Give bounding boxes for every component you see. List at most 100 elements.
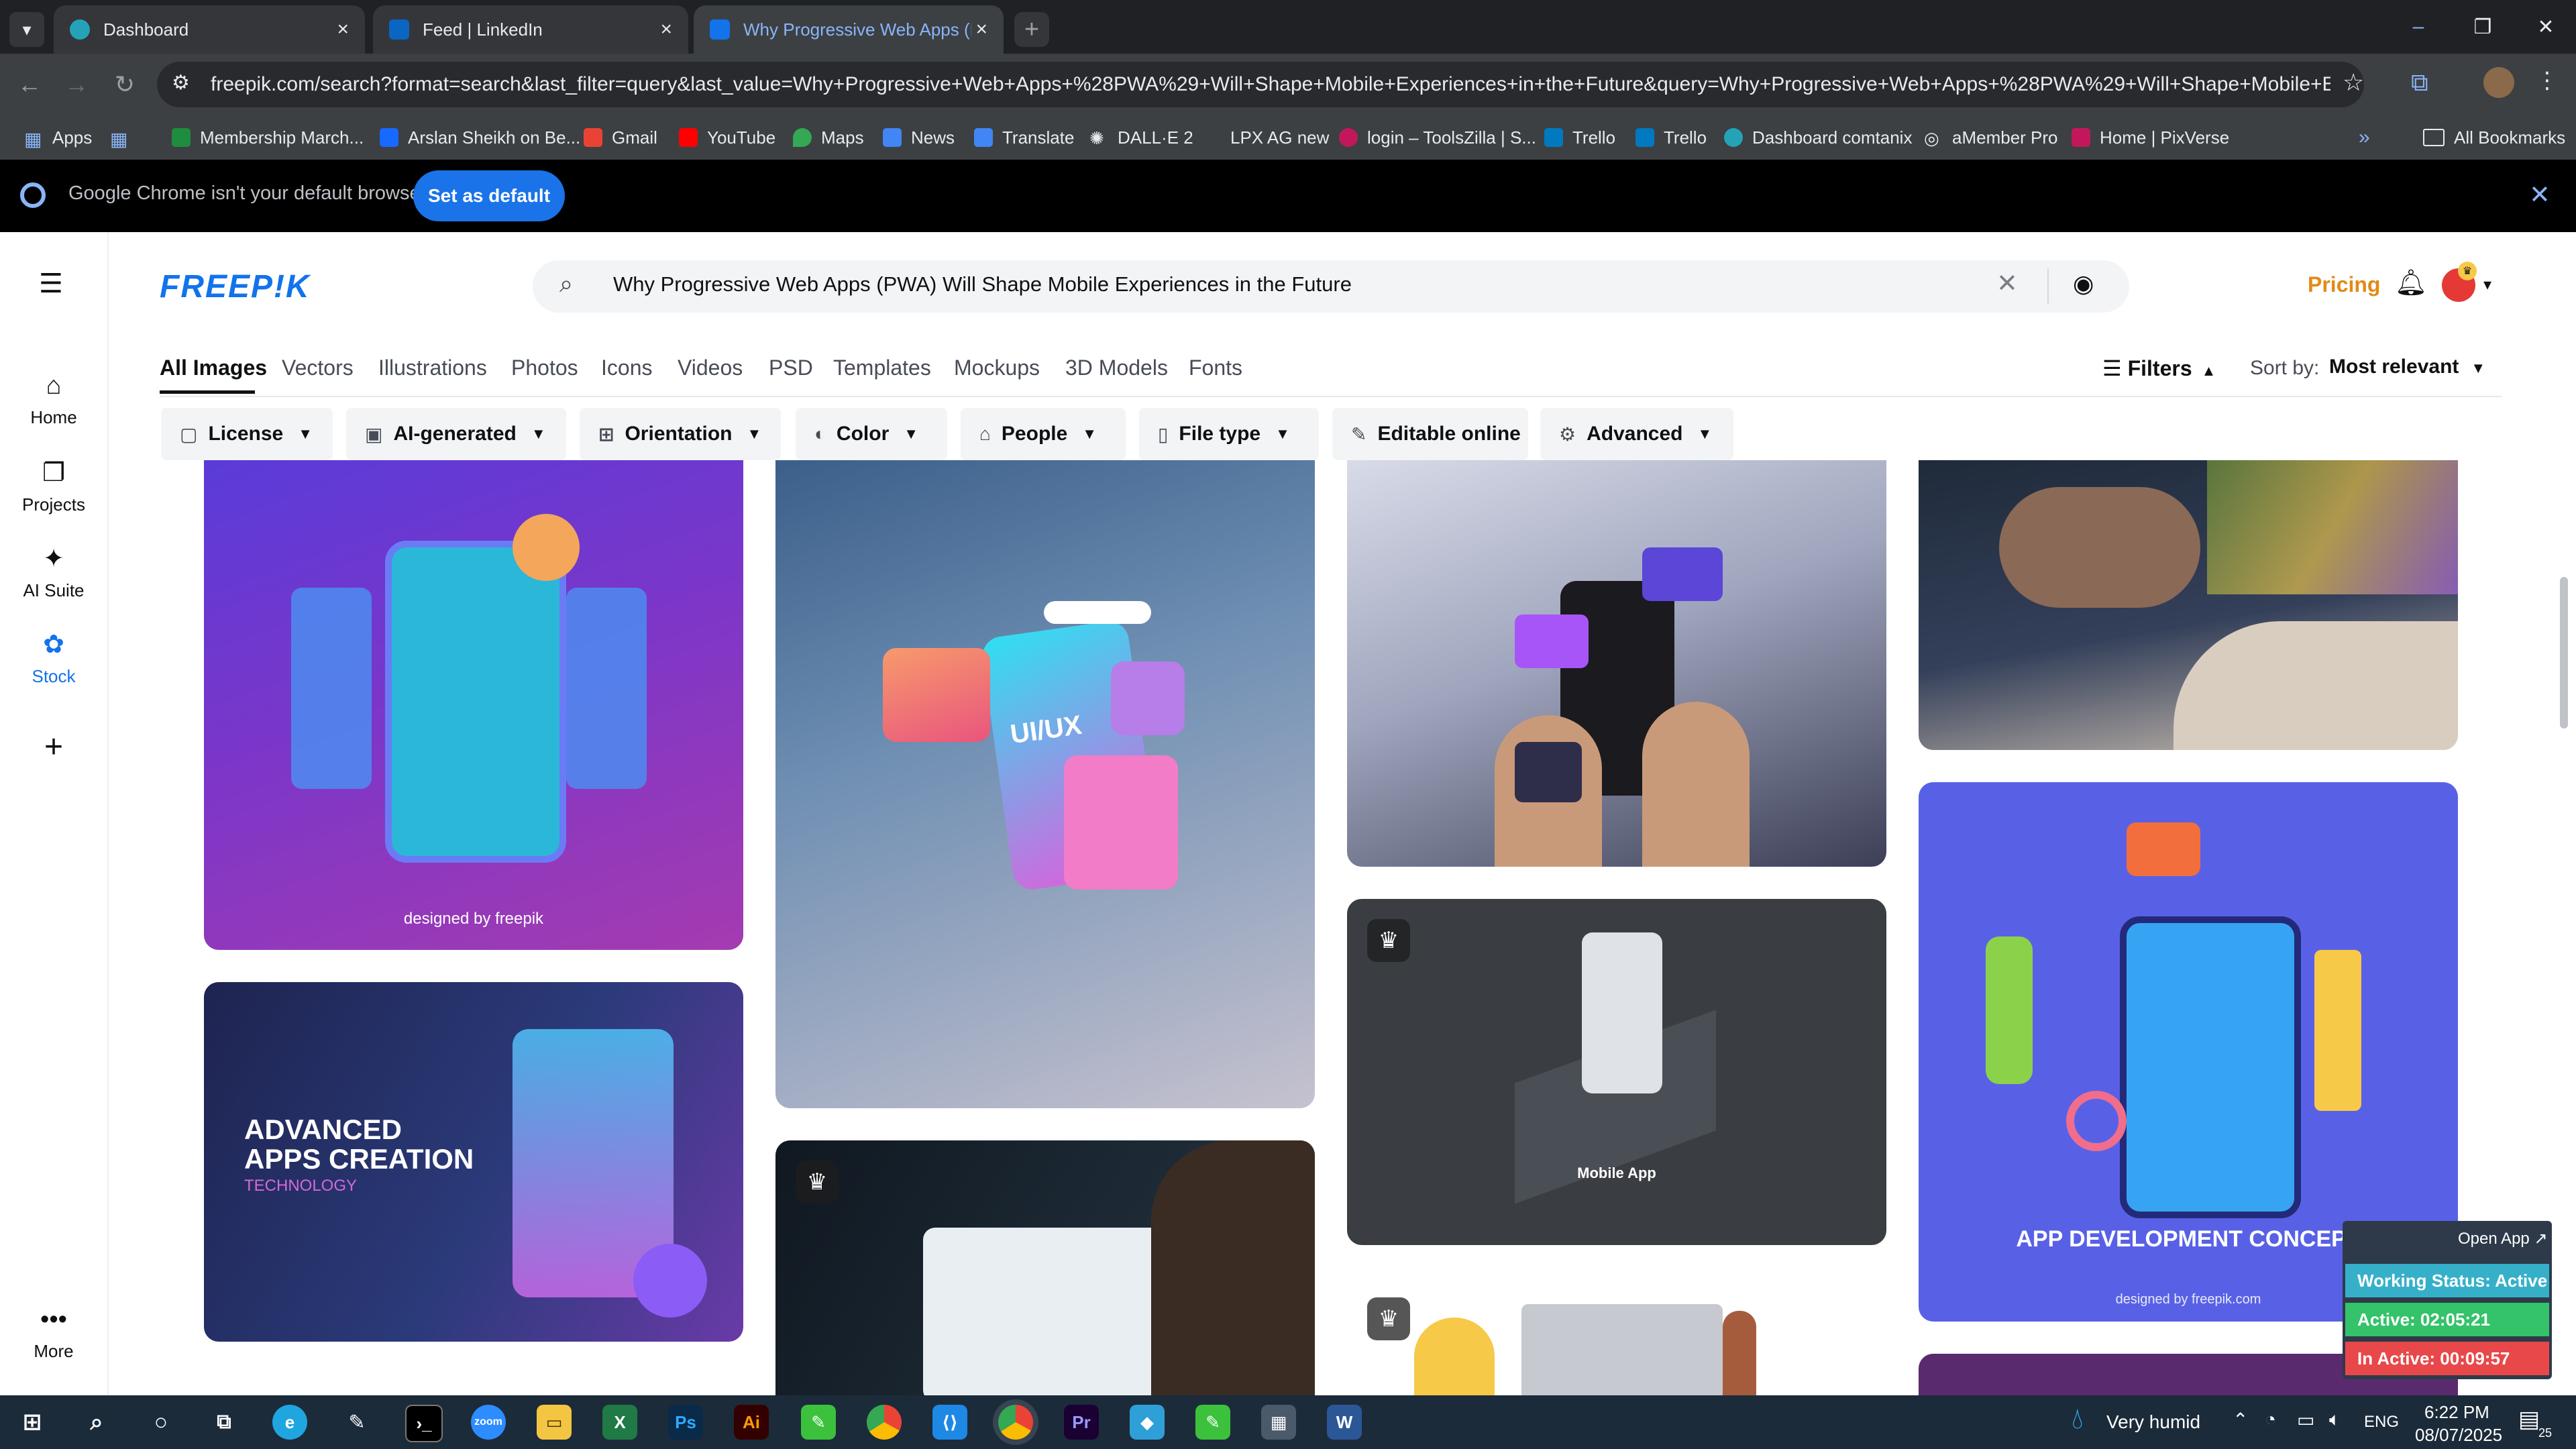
tab-illustrations[interactable]: Illustrations (378, 356, 487, 380)
filter-orientation[interactable]: ⊞ Orientation ▼ (580, 408, 781, 460)
bookmark-maps[interactable]: Maps (793, 123, 864, 152)
profile-avatar[interactable] (2483, 67, 2514, 98)
tab-videos[interactable]: Videos (678, 356, 743, 380)
tab-all-images[interactable]: All Images (160, 356, 267, 380)
cortana-icon[interactable]: ○ (144, 1405, 178, 1440)
tab-psd[interactable]: PSD (769, 356, 813, 380)
forward-button[interactable]: → (56, 64, 97, 105)
search-icon[interactable]: ⌕ (79, 1405, 114, 1440)
sort-dropdown[interactable]: Most relevant ▼ (2329, 356, 2485, 378)
maximize-button[interactable]: ❐ (2453, 0, 2513, 54)
illustrator-icon[interactable]: Ai (734, 1405, 769, 1440)
tab-fonts[interactable]: Fonts (1189, 356, 1242, 380)
browser-menu-icon[interactable]: ⋮ (2536, 67, 2559, 94)
image-tile-wireframe-tablet[interactable]: ♛ (775, 1140, 1315, 1395)
filter-ai-generated[interactable]: ▣ AI-generated ▼ (346, 408, 566, 460)
image-tile-isometric-phones[interactable]: designed by freepik (204, 460, 743, 950)
photoshop-icon[interactable]: Ps (668, 1405, 703, 1440)
bookmark-star-icon[interactable]: ☆ (2343, 68, 2364, 97)
network-icon[interactable]: ▭ (2297, 1409, 2314, 1431)
page-scrollbar-thumb[interactable] (2560, 577, 2568, 729)
excel-icon[interactable]: X (602, 1405, 637, 1440)
bookmark-youtube[interactable]: YouTube (679, 123, 775, 152)
freepik-logo[interactable]: FREEP!K (160, 268, 311, 305)
tab-dashboard[interactable]: Dashboard × (54, 5, 365, 54)
bookmark-grid[interactable]: ▦ (110, 123, 138, 152)
nav-ai-suite[interactable]: ✦ AI Suite (0, 543, 107, 601)
filter-people[interactable]: ⌂ People ▼ (961, 408, 1126, 460)
bookmark-apps[interactable]: ▦ Apps (24, 123, 92, 152)
search-input[interactable]: Why Progressive Web Apps (PWA) Will Shap… (613, 272, 1352, 297)
tab-vectors[interactable]: Vectors (282, 356, 354, 380)
language-indicator[interactable]: ENG (2364, 1413, 2399, 1432)
filter-file-type[interactable]: ▯ File type ▼ (1139, 408, 1319, 460)
chrome-icon[interactable] (867, 1405, 902, 1440)
image-tile-phone-hands[interactable] (1347, 460, 1886, 867)
volume-icon[interactable]: 🔈︎ (2329, 1409, 2341, 1431)
blue-app-icon[interactable]: ◆ (1130, 1405, 1165, 1440)
all-bookmarks[interactable]: All Bookmarks (2423, 123, 2565, 152)
chrome-active-icon[interactable] (998, 1405, 1033, 1440)
bookmark-amember[interactable]: ◎ aMember Pro (1924, 123, 2058, 152)
clock-time[interactable]: 6:22 PM (2424, 1402, 2489, 1423)
back-button[interactable]: ← (9, 64, 50, 105)
tab-mockups[interactable]: Mockups (954, 356, 1040, 380)
nav-home[interactable]: ⌂ Home (0, 372, 107, 428)
pricing-link[interactable]: Pricing (2308, 272, 2380, 297)
bookmark-behance[interactable]: Arslan Sheikh on Be... (380, 123, 580, 152)
close-infobar-icon[interactable]: ✕ (2529, 180, 2551, 210)
bookmark-trello-2[interactable]: Trello (1635, 123, 1707, 152)
filter-editable-online[interactable]: ✎ Editable online (1332, 408, 1528, 460)
clear-search-icon[interactable]: ✕ (1996, 268, 2018, 299)
image-tile-uiux-photo[interactable]: UI/UX (775, 460, 1315, 1108)
url-text[interactable]: freepik.com/search?format=search&last_fi… (211, 71, 2330, 98)
image-tile-laptop-illustration[interactable]: ♛ (1347, 1277, 1886, 1395)
filters-toggle[interactable]: ☰ Filters ▲ (2102, 356, 2216, 381)
image-tile-hand-phone-photo[interactable] (1919, 460, 2458, 750)
edge-icon[interactable]: e (272, 1405, 307, 1440)
image-tile-mobile-app-isometric[interactable]: ♛ Mobile App (1347, 899, 1886, 1245)
extensions-icon[interactable]: ⧉ (2411, 68, 2428, 97)
nav-projects[interactable]: ❐ Projects (0, 458, 107, 515)
filter-advanced[interactable]: ⚙ Advanced ▼ (1540, 408, 1733, 460)
image-tile-advanced-apps[interactable]: ADVANCED APPS CREATION TECHNOLOGY (204, 982, 743, 1342)
site-info-icon[interactable]: ⚙ (172, 71, 190, 95)
camera-search-icon[interactable]: ◉ (2073, 270, 2094, 298)
bookmark-dashboard-comtanix[interactable]: Dashboard comtanix (1724, 123, 1912, 152)
weather-text[interactable]: Very humid (2106, 1411, 2200, 1433)
terminal-icon[interactable]: ›_ (405, 1405, 443, 1442)
tray-status-icon[interactable]: ◔ (2265, 1409, 2276, 1430)
filter-color[interactable]: ◐ Color ▼ (796, 408, 947, 460)
notification-icon[interactable]: ▤ (2518, 1406, 2540, 1433)
nav-stock[interactable]: ✿ Stock (0, 629, 107, 687)
file-explorer-icon[interactable]: ▭ (537, 1405, 572, 1440)
tab-3d-models[interactable]: 3D Models (1065, 356, 1168, 380)
tab-templates[interactable]: Templates (833, 356, 931, 380)
task-view-icon[interactable]: ⧉ (207, 1405, 241, 1440)
set-as-default-button[interactable]: Set as default (413, 170, 565, 221)
tray-chevron-icon[interactable]: ⌃ (2233, 1409, 2248, 1431)
new-tab-button[interactable]: + (1014, 12, 1049, 47)
notifications-bell-icon[interactable]: 🔔︎ (2395, 268, 2427, 298)
tab-photos[interactable]: Photos (511, 356, 578, 380)
calculator-icon[interactable]: ▦ (1261, 1405, 1296, 1440)
bookmark-pixverse[interactable]: Home | PixVerse (2072, 123, 2229, 152)
minimize-button[interactable]: – (2388, 0, 2449, 54)
account-chevron-icon[interactable]: ▾ (2483, 275, 2491, 294)
green-app-icon[interactable]: ✎ (801, 1405, 836, 1440)
reload-button[interactable]: ↻ (105, 64, 145, 105)
bookmark-trello-1[interactable]: Trello (1544, 123, 1615, 152)
close-tab-icon[interactable]: × (975, 18, 987, 41)
zoom-icon[interactable]: zoom (471, 1405, 506, 1440)
close-tab-icon[interactable]: × (337, 18, 349, 41)
clock-date[interactable]: 08/07/2025 (2415, 1425, 2502, 1446)
bookmark-membership[interactable]: Membership March... (172, 123, 364, 152)
vscode-icon[interactable]: ⟨⟩ (932, 1405, 967, 1440)
bookmark-news[interactable]: News (883, 123, 955, 152)
bookmark-toolszilla[interactable]: login – ToolsZilla | S... (1339, 123, 1536, 152)
premiere-icon[interactable]: Pr (1064, 1405, 1099, 1440)
pen-tool-icon[interactable]: ✎ (339, 1405, 374, 1440)
hamburger-menu-icon[interactable]: ☰ (39, 268, 63, 299)
tab-search-button[interactable]: ▾ (9, 12, 44, 47)
tab-icons[interactable]: Icons (601, 356, 652, 380)
